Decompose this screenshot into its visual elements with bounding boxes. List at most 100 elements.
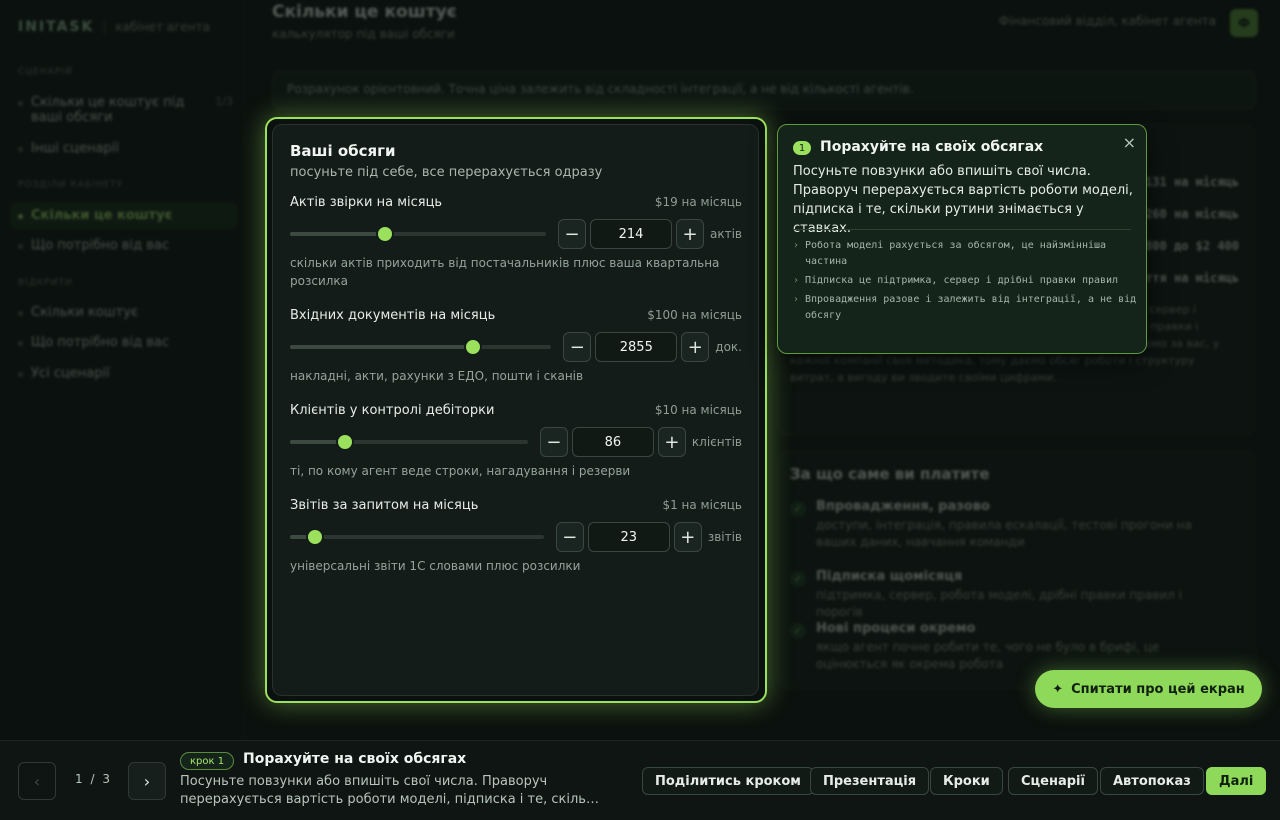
sidebar-item-label: Усі сценарії: [31, 366, 110, 381]
tour-bar: ‹ 1 / 3 › крок 1 Порахуйте на своїх обся…: [0, 740, 1280, 820]
share-step-button[interactable]: Поділитись кроком: [642, 767, 814, 795]
pay-card-title: За що саме ви платите: [790, 465, 990, 483]
volume-slider[interactable]: [290, 227, 546, 241]
decrement-button[interactable]: −: [555, 522, 584, 552]
tour-tooltip: 1 Порахуйте на своїх обсягах × Посуньте …: [777, 124, 1147, 354]
sidebar-item-requirements[interactable]: Що потрібно від вас: [18, 238, 233, 253]
sidebar-item-cost-link[interactable]: Скільки коштує: [18, 305, 233, 320]
page-subtitle: калькулятор під ваші обсяги: [272, 27, 455, 41]
step-number-badge: 1: [793, 141, 811, 155]
field-help: скільки актів приходить від постачальник…: [290, 256, 720, 288]
steps-button[interactable]: Кроки: [930, 767, 1003, 795]
pager-separator: /: [90, 772, 95, 786]
field-label: Звітів за запитом на місяць: [290, 498, 479, 513]
brand-logo: INITASK: [18, 19, 95, 35]
increment-button[interactable]: +: [673, 522, 702, 552]
account-label: Фінансовий відділ, кабінет агента: [998, 14, 1216, 28]
decrement-button[interactable]: −: [563, 332, 592, 362]
brand-divider: [104, 20, 106, 34]
sidebar-item-label: Скільки це коштує під ваші обсяги: [31, 95, 185, 125]
field-price: $19 на місяць: [654, 195, 742, 209]
volume-slider[interactable]: [290, 530, 544, 544]
increment-button[interactable]: +: [681, 332, 710, 362]
field-price: $10 на місяць: [654, 403, 742, 417]
ask-about-screen-button[interactable]: ✦ Спитати про цей екран: [1035, 670, 1262, 708]
sidebar-item-count: 1/3: [215, 95, 233, 108]
sidebar-item-other-scenarios[interactable]: Інші сценарії: [18, 141, 233, 156]
step-title: Порахуйте на своїх обсягах: [243, 751, 467, 767]
volume-slider[interactable]: [290, 435, 528, 449]
presentation-button[interactable]: Презентація: [810, 767, 930, 795]
field-unit: клієнтів: [691, 435, 742, 449]
quantity-input[interactable]: 86: [571, 427, 654, 457]
pay-item-title: Підписка щомісяця: [816, 569, 963, 584]
step-badge: крок 1: [180, 752, 235, 770]
sidebar-item-label: Скільки коштує: [31, 305, 139, 320]
chevron-right-icon: ›: [143, 771, 151, 791]
avatar[interactable]: Ф: [1230, 9, 1258, 37]
field-unit: звітів: [707, 530, 742, 544]
field-unit: док.: [715, 340, 742, 354]
next-step-button[interactable]: ›: [128, 762, 166, 800]
decrement-button[interactable]: −: [539, 427, 568, 457]
check-icon: ✓: [790, 501, 806, 517]
check-icon: ✓: [790, 571, 806, 587]
pay-item: ✓ Впровадження, разово доступи, інтеграц…: [790, 499, 1230, 551]
divider: [793, 229, 1131, 230]
section-title-scenario: СЦЕНАРІЙ: [18, 67, 73, 77]
field-label: Вхідних документів на місяць: [290, 308, 496, 323]
increment-button[interactable]: +: [676, 219, 704, 249]
ask-button-label: Спитати про цей екран: [1071, 681, 1245, 697]
calculator-title: Ваші обсяги: [290, 142, 396, 160]
slider-fill: [290, 232, 385, 236]
check-icon: ✓: [790, 623, 806, 639]
quantity-input[interactable]: 23: [587, 522, 670, 552]
step-pager: 1 / 3: [75, 772, 110, 786]
sidebar-item-label: Що потрібно від вас: [31, 335, 169, 350]
next-button[interactable]: Далі: [1206, 767, 1267, 795]
sidebar-item-label: Інші сценарії: [31, 141, 119, 156]
field-help: універсальні звіти 1С словами плюс розси…: [290, 559, 581, 573]
tooltip-point: Робота моделі рахується за обсягом, це н…: [793, 238, 1138, 270]
sidebar-item-all-scenarios[interactable]: Усі сценарії: [18, 366, 233, 381]
field-price: $100 на місяць: [647, 308, 742, 322]
decrement-button[interactable]: −: [558, 219, 586, 249]
sidebar-item-pricing[interactable]: Скільки це коштує: [10, 202, 238, 229]
current-step: 1: [75, 772, 83, 786]
page-title: Скільки це коштує: [272, 2, 457, 22]
slider-thumb[interactable]: [308, 530, 323, 544]
quantity-input[interactable]: 2855: [595, 332, 678, 362]
scenarios-button[interactable]: Сценарії: [1008, 767, 1098, 795]
volumes-calculator-card: Ваші обсяги посуньте під себе, все перер…: [272, 124, 759, 696]
pay-item-desc: якщо агент почне робити те, чого не було…: [816, 640, 1160, 671]
slider-thumb[interactable]: [465, 340, 480, 354]
bullet-icon: [18, 147, 23, 152]
section-title-open: ВІДКРИТИ: [18, 278, 73, 288]
pay-item: ✓ Нові процеси окремо якщо агент почне р…: [790, 621, 1230, 673]
slider-thumb[interactable]: [337, 435, 352, 449]
pay-item: ✓ Підписка щомісяця підтримка, сервер, р…: [790, 569, 1230, 621]
sidebar-item-label: Скільки це коштує: [31, 208, 173, 223]
brand: INITASK кабінет агента: [18, 19, 210, 35]
slider-thumb[interactable]: [377, 227, 392, 241]
cost-value: $131 на місяць: [1137, 175, 1239, 189]
pay-item-desc: доступи, інтеграція, правила ескалації, …: [816, 518, 1193, 549]
slider-fill: [290, 345, 473, 349]
sidebar-item-requirements-link[interactable]: Що потрібно від вас: [18, 335, 233, 350]
quantity-input[interactable]: 214: [590, 219, 672, 249]
close-icon[interactable]: ×: [1123, 133, 1136, 152]
increment-button[interactable]: +: [657, 427, 686, 457]
pay-item-desc: підтримка, сервер, робота моделі, дрібні…: [816, 588, 1182, 619]
sparkle-icon: ✦: [1052, 681, 1064, 697]
total-steps: 3: [102, 772, 110, 786]
bullet-icon: [18, 372, 23, 377]
field-help: ті, по кому агент веде строки, нагадуван…: [290, 464, 631, 478]
volume-slider[interactable]: [290, 340, 552, 354]
autoplay-button[interactable]: Автопоказ: [1100, 767, 1204, 795]
prev-step-button[interactable]: ‹: [18, 762, 56, 800]
cost-value: $260 на місяць: [1137, 207, 1239, 221]
tooltip-title: Порахуйте на своїх обсягах: [820, 139, 1044, 155]
field-label: Клієнтів у контролі дебіторки: [290, 403, 495, 418]
sidebar-item-scenario-current[interactable]: Скільки це коштує під ваші обсяги 1/3: [18, 95, 233, 125]
cost-value: $ття на місяць: [1137, 271, 1239, 285]
